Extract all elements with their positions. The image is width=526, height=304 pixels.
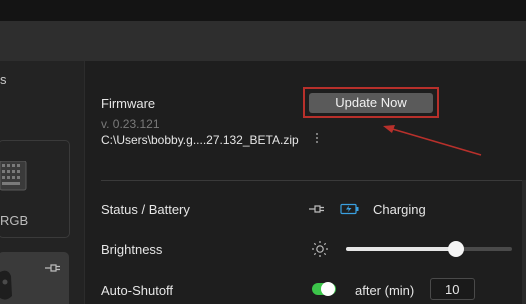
device-label: RGB [0, 213, 29, 228]
status-value: Charging [373, 202, 426, 217]
brightness-slider[interactable] [346, 241, 512, 257]
brightness-slider-fill [346, 247, 456, 251]
auto-shutoff-unit-label: after (min) [355, 283, 415, 298]
brightness-label: Brightness [101, 242, 163, 257]
section-divider [101, 180, 526, 181]
battery-charging-icon [340, 203, 359, 215]
auto-shutoff-toggle[interactable] [312, 282, 336, 296]
sidebar-title: s [0, 72, 7, 87]
update-now-button[interactable]: Update Now [309, 93, 433, 113]
auto-shutoff-minutes-input[interactable] [430, 278, 475, 300]
brightness-slider-thumb[interactable] [447, 241, 464, 257]
auto-shutoff-label: Auto-Shutoff [101, 283, 174, 298]
firmware-label: Firmware [101, 96, 156, 111]
keyboard-icon [0, 161, 27, 191]
firmware-file-path: C:\Users\bobby.g....27.132_BETA.zip [101, 133, 299, 147]
header-bar [0, 21, 526, 61]
title-strip [0, 0, 526, 21]
scrollbar[interactable] [522, 180, 526, 304]
firmware-version: v. 0.23.121 [101, 117, 160, 131]
toggle-knob [321, 282, 335, 296]
sun-icon [312, 241, 328, 257]
status-battery-label: Status / Battery [101, 202, 190, 217]
plug-icon [45, 264, 60, 272]
plug-icon [309, 205, 324, 213]
more-options-icon[interactable] [314, 133, 320, 147]
app-window: s RGB Firmware v. 0.23.121 C:\Users\bobb… [0, 0, 526, 304]
controller-icon [0, 270, 12, 300]
